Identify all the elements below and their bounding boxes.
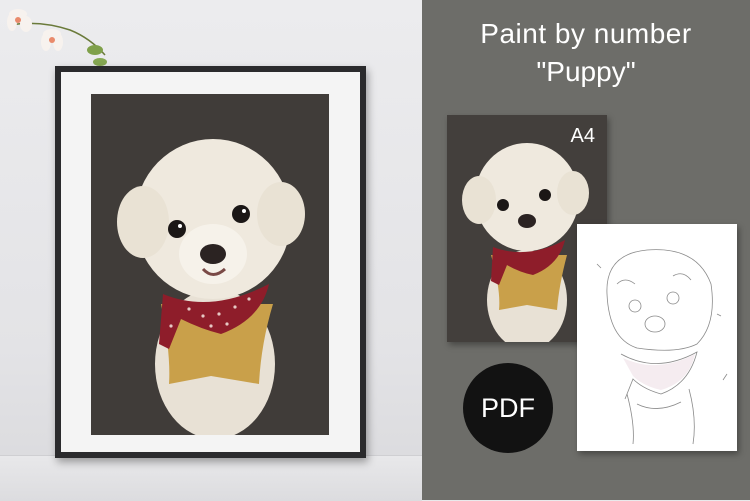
product-title: Paint by number <box>480 18 692 49</box>
pdf-badge: PDF <box>463 363 553 453</box>
outline-preview-card <box>577 224 737 451</box>
shelf <box>0 455 422 501</box>
size-label: A4 <box>570 125 595 147</box>
puppy-painting-icon <box>91 94 329 435</box>
product-subtitle: "Puppy" <box>536 56 636 87</box>
puppy-outline-icon <box>596 249 728 445</box>
picture-frame <box>55 66 366 458</box>
